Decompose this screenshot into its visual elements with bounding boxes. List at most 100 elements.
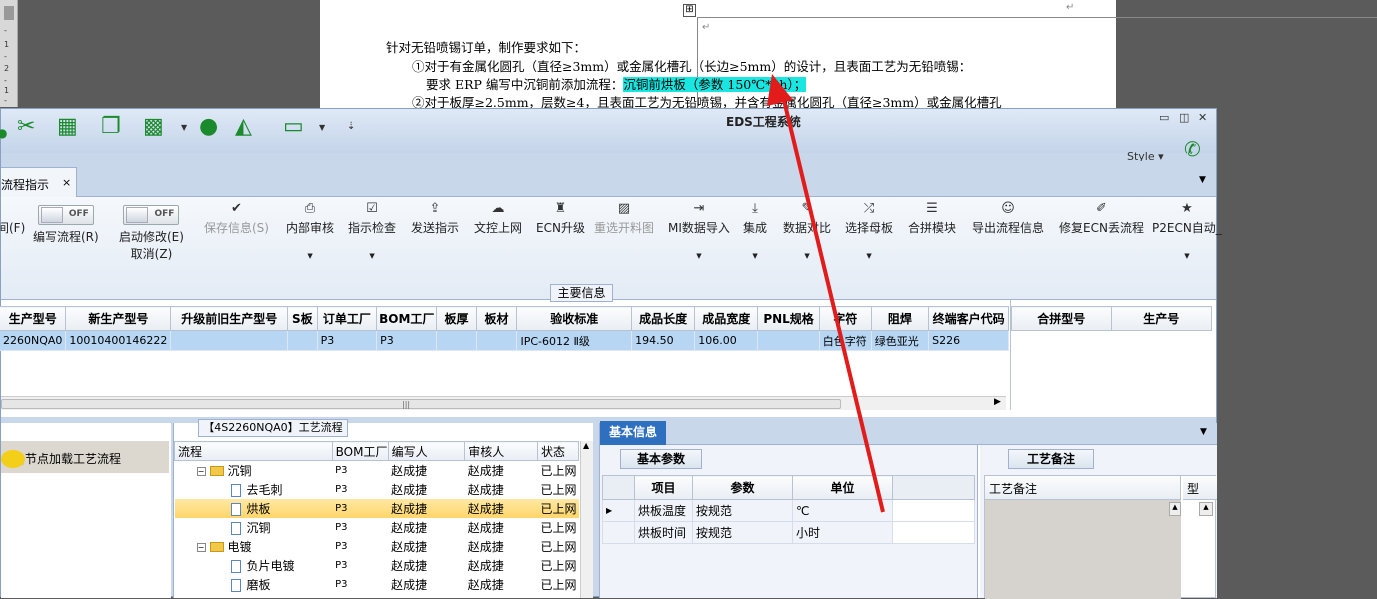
column-header[interactable]: 状态 <box>536 441 580 461</box>
tree-node[interactable]: 烘板 <box>174 498 333 518</box>
p2ecn-button[interactable]: ★ P2ECN自动_ ▼ <box>1152 199 1222 260</box>
tab-close-icon[interactable]: × <box>62 176 71 189</box>
tree-cell-factory[interactable]: P3 <box>332 498 389 518</box>
dropdown-arrow-icon[interactable]: ▼ <box>783 252 831 260</box>
table-row[interactable]: 烘板时间 按规范 小时 <box>602 521 975 544</box>
tree-cell-status[interactable]: 已上网 <box>537 537 578 556</box>
tree-cell-status[interactable]: 已上网 <box>537 575 578 594</box>
tree-cell-factory[interactable]: P3 <box>332 461 388 480</box>
reselect-image-button[interactable]: ▨ 重选开料图 <box>594 199 654 236</box>
tree-cell-reviewer[interactable]: 赵成捷 <box>465 480 538 499</box>
tree-row[interactable]: − 电镀 P3 赵成捷 赵成捷 已上网 <box>175 537 579 556</box>
table-cell[interactable]: 白色字符 <box>818 330 872 351</box>
close-icon[interactable]: ✕ <box>1198 111 1207 124</box>
table-cell[interactable] <box>475 330 518 351</box>
column-header[interactable]: 项目 <box>634 475 693 500</box>
pane-dropdown-icon[interactable]: ▼ <box>1200 427 1207 437</box>
edit-flow-toggle[interactable]: OFF 编写流程(R) <box>33 205 99 245</box>
grid-dropdown-icon[interactable]: ▼ <box>181 123 187 132</box>
tree-cell-reviewer[interactable]: 赵成捷 <box>465 537 538 556</box>
column-header[interactable]: 生产号 <box>1110 306 1213 331</box>
table-cell[interactable]: 2260NQA0 <box>0 330 67 351</box>
table-cell[interactable]: P3 <box>316 330 378 351</box>
tree-cell-factory[interactable]: P3 <box>332 556 388 575</box>
scroll-right-icon[interactable]: ▶ <box>994 397 1001 407</box>
copy-icon[interactable]: ❐ <box>101 115 121 139</box>
process-flow-tree[interactable]: 流程 BOM工厂 编写人 审核人 状态 − 沉铜 P3 赵成捷 赵成捷 已上网 去毛刺 P3 赵… <box>174 441 580 594</box>
column-header[interactable]: 成品宽度 <box>694 306 759 331</box>
laptop-icon[interactable]: ▭ <box>283 115 304 139</box>
tree-cell-factory[interactable]: P3 <box>332 575 388 594</box>
scissors-icon[interactable]: ✂ <box>17 115 35 139</box>
table-cell[interactable]: 绿色亚光 <box>870 330 930 351</box>
column-header[interactable]: 板厚 <box>436 306 477 331</box>
tree-cell-reviewer[interactable]: 赵成捷 <box>465 556 538 575</box>
tree-cell-writer[interactable]: 赵成捷 <box>388 518 465 537</box>
dropdown-arrow-icon[interactable]: ▼ <box>668 252 730 260</box>
integrate-button[interactable]: ⤓ 集成 ▼ <box>743 199 767 260</box>
tree-row[interactable]: 沉铜 P3 赵成捷 赵成捷 已上网 <box>175 518 579 537</box>
table-row[interactable]: ▶ 烘板温度 按规范 ℃ <box>602 499 975 522</box>
param-unit[interactable]: ℃ <box>792 499 893 522</box>
column-header[interactable]: 编写人 <box>387 441 466 461</box>
chart-icon[interactable]: ◭ <box>235 115 252 139</box>
tree-cell-writer[interactable]: 赵成捷 <box>388 556 465 575</box>
column-header[interactable]: 成品长度 <box>631 306 696 331</box>
column-header[interactable]: 验收标准 <box>516 306 633 331</box>
table-cell[interactable]: 106.00 <box>694 330 759 351</box>
repair-ecn-button[interactable]: ✐ 修复ECN丢流程 <box>1059 199 1144 236</box>
main-info-table[interactable]: 生产型号 新生产型号 升级前旧生产型号 S板 订单工厂 BOM工厂 板厚 板材 验收标准 成品长度… <box>0 306 1009 351</box>
tree-cell-reviewer[interactable]: 赵成捷 <box>465 461 538 480</box>
merge-model-grid[interactable]: 合拼型号 生产号 <box>1010 300 1213 410</box>
scroll-up-icon[interactable]: ▲ <box>1169 502 1181 516</box>
table-cell[interactable]: 10010400146222 <box>65 330 172 351</box>
tree-cell-reviewer[interactable]: 赵成捷 <box>464 498 538 518</box>
user-icon[interactable]: ● <box>199 115 218 139</box>
column-header[interactable]: 审核人 <box>464 441 538 461</box>
tree-node[interactable]: 去毛刺 <box>175 480 333 499</box>
param-item[interactable]: 烘板时间 <box>634 521 693 544</box>
column-header[interactable]: 阻焊 <box>870 306 930 331</box>
table-cell[interactable]: S226 <box>928 330 1009 351</box>
horizontal-scrollbar[interactable]: ||| ▶ <box>1 396 1006 410</box>
tab-flow-instruction[interactable]: 流程指示 × <box>1 167 77 197</box>
table-row[interactable]: 2260NQA0 10010400146222 P3 P3 IPC-6012 Ⅱ级 194… <box>0 330 1009 351</box>
tree-cell-writer[interactable]: 赵成捷 <box>388 461 465 480</box>
column-header[interactable]: BOM工厂 <box>376 306 438 331</box>
param-unit[interactable]: 小时 <box>792 521 893 544</box>
table-move-handle-icon[interactable]: ⊞ <box>683 4 696 17</box>
param-item[interactable]: 烘板温度 <box>634 499 693 522</box>
column-header[interactable]: PNL规格 <box>757 306 820 331</box>
dropdown-arrow-icon[interactable]: ▼ <box>743 252 767 260</box>
tree-cell-writer[interactable]: 赵成捷 <box>388 575 465 594</box>
tree-cell-writer[interactable]: 赵成捷 <box>388 498 465 518</box>
tree-node[interactable]: 负片电镀 <box>175 556 333 575</box>
column-header[interactable]: 单位 <box>792 475 893 500</box>
column-header[interactable]: 订单工厂 <box>316 306 378 331</box>
scroll-up-icon[interactable]: ▲ <box>1199 502 1213 516</box>
data-compare-button[interactable]: ✎ 数据对比 ▼ <box>783 199 831 260</box>
tab-basic-info[interactable]: 基本信息 <box>600 421 666 445</box>
grid-icon[interactable]: ▩ <box>143 115 164 139</box>
partial-button[interactable]: 间(F) <box>0 219 25 236</box>
word-document-page[interactable]: ⊞ ↵ ↵ ↵ 针对无铅喷锡订单，制作要求如下： ①对于有金属化圆孔（直径≥3m… <box>320 0 1377 110</box>
param-value[interactable]: 按规范 <box>692 521 793 544</box>
edit-flow-switch[interactable]: OFF <box>37 205 94 225</box>
tree-row[interactable]: 负片电镀 P3 赵成捷 赵成捷 已上网 <box>175 556 579 575</box>
select-master-button[interactable]: ⤮ 选择母板 ▼ <box>845 199 893 260</box>
phone-icon[interactable]: ✆ <box>1184 137 1201 161</box>
mi-import-button[interactable]: ⇥ MI数据导入 ▼ <box>668 199 730 260</box>
tab-process-notes[interactable]: 工艺备注 <box>1008 449 1094 469</box>
collapse-icon[interactable]: − <box>196 542 206 552</box>
ecn-upgrade-button[interactable]: ♜ ECN升级 <box>536 199 585 236</box>
column-header[interactable]: 参数 <box>692 475 793 500</box>
tree-cell-factory[interactable]: P3 <box>332 537 388 556</box>
column-header[interactable]: 升级前旧生产型号 <box>170 306 289 331</box>
merge-model-table[interactable]: 合拼型号 生产号 <box>1011 306 1213 331</box>
tree-cell-factory[interactable]: P3 <box>332 480 388 499</box>
tab-basic-params[interactable]: 基本参数 <box>620 449 702 469</box>
scroll-up-icon[interactable]: ▲ <box>583 441 589 450</box>
toolbar-caret-icon[interactable]: ● <box>0 121 7 145</box>
table-cell[interactable]: 194.50 <box>631 330 696 351</box>
film-icon[interactable]: ▦ <box>57 115 78 139</box>
